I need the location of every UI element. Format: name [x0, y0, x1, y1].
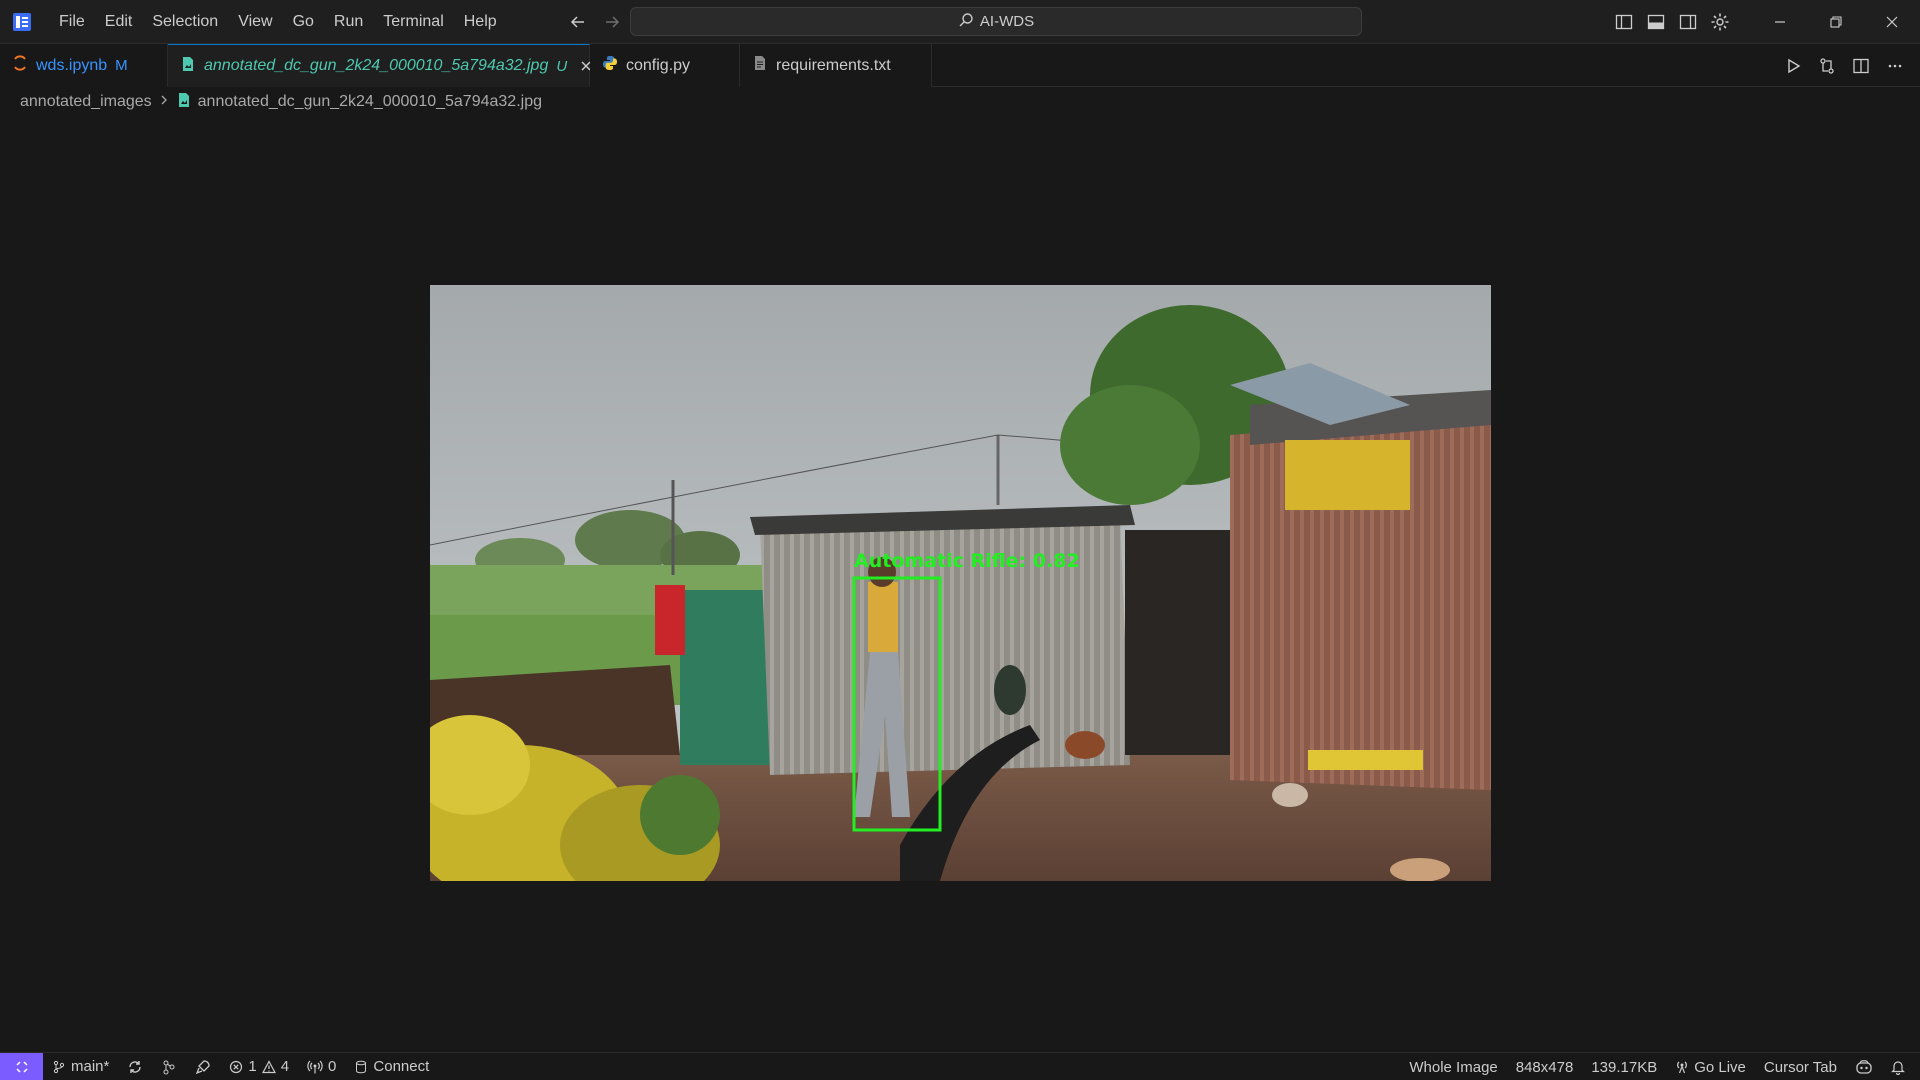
run-play-icon[interactable]	[1780, 53, 1806, 79]
menu-help[interactable]: Help	[454, 8, 507, 36]
notebook-icon	[12, 55, 28, 76]
split-editor-icon[interactable]	[1848, 53, 1874, 79]
menu-edit[interactable]: Edit	[95, 8, 143, 36]
toggle-panel-icon[interactable]	[1640, 6, 1672, 38]
title-bar: File Edit Selection View Go Run Terminal…	[0, 0, 1920, 44]
tab-label: annotated_dc_gun_2k24_000010_5a794a32.jp…	[204, 57, 549, 74]
menu-bar: File Edit Selection View Go Run Terminal…	[49, 0, 507, 44]
modified-badge: M	[115, 57, 128, 74]
compare-changes-icon[interactable]	[1814, 53, 1840, 79]
app-logo-icon[interactable]	[11, 11, 33, 33]
connect-item[interactable]: Connect	[345, 1053, 438, 1080]
notifications-bell-icon[interactable]	[1882, 1053, 1914, 1080]
workspace-name: AI-WDS	[979, 13, 1035, 30]
menu-terminal[interactable]: Terminal	[373, 8, 453, 36]
go-live-button[interactable]: Go Live	[1666, 1053, 1755, 1080]
status-bar: main* 1 4 0 Connect Whole Image 848x478 …	[0, 1052, 1920, 1080]
search-icon	[958, 12, 974, 32]
error-icon	[230, 1060, 243, 1073]
close-window-icon[interactable]	[1864, 0, 1920, 44]
command-center-search[interactable]: AI-WDS	[630, 7, 1362, 36]
problems-item[interactable]: 1 4	[220, 1053, 298, 1080]
cursor-tab-button[interactable]: Cursor Tab	[1755, 1053, 1846, 1080]
warning-icon	[261, 1059, 276, 1073]
warning-count: 4	[280, 1058, 290, 1075]
more-actions-icon[interactable]	[1882, 53, 1908, 79]
annotated-photo[interactable]: Automatic Rifle: 0.82	[430, 285, 1491, 881]
radio-tower-icon	[1677, 1061, 1688, 1074]
tab-label: config.py	[626, 56, 691, 74]
tab-config-py[interactable]: config.py	[590, 44, 740, 87]
menu-run[interactable]: Run	[324, 8, 373, 36]
menu-selection[interactable]: Selection	[142, 8, 228, 36]
broadcast-icon	[307, 1060, 323, 1073]
dimensions-label: 848x478	[1515, 1058, 1574, 1076]
image-file-icon	[176, 92, 192, 113]
breadcrumb: annotated_images annotated_dc_gun_2k24_0…	[20, 90, 542, 114]
zoom-selector[interactable]: Whole Image	[1400, 1053, 1506, 1080]
error-count: 1	[248, 1058, 257, 1075]
git-graph-icon[interactable]	[152, 1053, 186, 1080]
breadcrumb-file[interactable]: annotated_dc_gun_2k24_000010_5a794a32.jp…	[198, 93, 542, 111]
breadcrumb-folder[interactable]: annotated_images	[20, 93, 152, 111]
text-file-icon	[752, 55, 768, 76]
untracked-badge: U	[556, 57, 568, 75]
chevron-right-icon	[158, 93, 170, 111]
remote-icon	[15, 1060, 28, 1073]
restore-icon[interactable]	[1808, 0, 1864, 44]
ports-count: 0	[328, 1058, 337, 1075]
minimize-icon[interactable]	[1752, 0, 1808, 44]
back-arrow-icon[interactable]	[567, 11, 589, 33]
go-live-label: Go Live	[1694, 1058, 1746, 1076]
tab-requirements-txt[interactable]: requirements.txt	[740, 44, 932, 87]
remote-indicator[interactable]	[0, 1052, 43, 1080]
image-viewer: Automatic Rifle: 0.82	[0, 116, 1920, 1052]
git-branch-icon	[53, 1060, 65, 1073]
menu-go[interactable]: Go	[283, 8, 324, 36]
ports-item[interactable]: 0	[298, 1053, 345, 1080]
sync-icon[interactable]	[118, 1053, 152, 1080]
tab-wds-notebook[interactable]: wds.ipynb M	[0, 44, 168, 87]
toggle-secondary-sidebar-icon[interactable]	[1672, 6, 1704, 38]
image-file-icon	[180, 56, 196, 77]
branch-name: main*	[71, 1058, 110, 1075]
toggle-primary-sidebar-icon[interactable]	[1608, 6, 1640, 38]
file-size: 139.17KB	[1582, 1053, 1666, 1080]
database-icon	[356, 1060, 367, 1073]
python-icon	[602, 55, 618, 76]
settings-gear-icon[interactable]	[1704, 6, 1736, 38]
tab-label: requirements.txt	[776, 56, 891, 74]
forward-arrow-icon[interactable]	[601, 11, 623, 33]
image-dimensions: 848x478	[1507, 1053, 1583, 1080]
menu-file[interactable]: File	[49, 8, 95, 36]
menu-view[interactable]: View	[228, 8, 282, 36]
cursor-tab-label: Cursor Tab	[1763, 1058, 1837, 1076]
connect-label: Connect	[373, 1058, 430, 1075]
tab-label: wds.ipynb	[36, 56, 108, 74]
copilot-icon[interactable]	[1846, 1053, 1882, 1080]
rocket-icon[interactable]	[186, 1053, 220, 1080]
git-branch-item[interactable]: main*	[43, 1053, 118, 1080]
tab-annotated-image[interactable]: annotated_dc_gun_2k24_000010_5a794a32.jp…	[168, 44, 591, 87]
detection-label: Automatic Rifle: 0.82	[854, 550, 1080, 572]
file-size-label: 139.17KB	[1591, 1058, 1658, 1076]
editor-tab-bar: wds.ipynb M annotated_dc_gun_2k24_000010…	[0, 44, 1920, 87]
zoom-label: Whole Image	[1409, 1058, 1498, 1076]
